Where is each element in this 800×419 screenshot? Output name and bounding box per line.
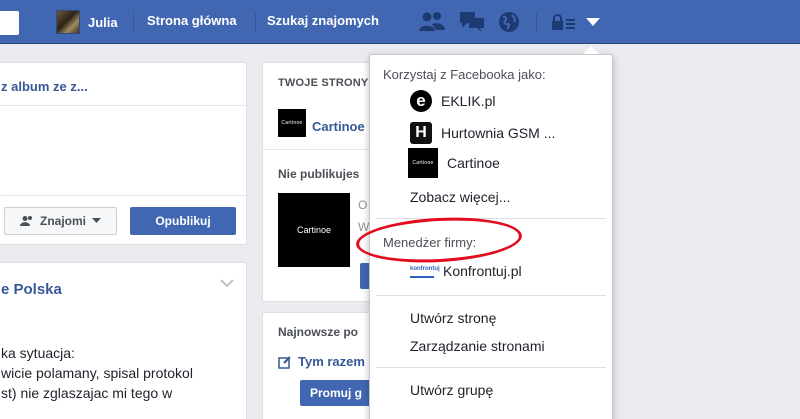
notifications-globe-icon[interactable] <box>497 10 521 34</box>
account-name: Cartinoe <box>447 155 500 171</box>
your-pages-panel: TWOJE STRONY Cartinoe Cartinoe Nie publi… <box>262 62 382 302</box>
account-name: Konfrontuj.pl <box>443 263 522 279</box>
nav-separator <box>536 12 537 32</box>
chevron-down-icon[interactable] <box>220 279 234 288</box>
profile-link[interactable]: Julia <box>56 9 118 35</box>
menu-separator <box>376 367 606 368</box>
account-name: EKLIK.pl <box>441 93 496 109</box>
avatar <box>56 10 80 34</box>
publish-button[interactable]: Opublikuj <box>130 207 236 235</box>
create-group-link[interactable]: Utwórz grupę <box>410 382 493 398</box>
post-line: wicie polamany, spisal protokol <box>1 365 193 381</box>
profile-name: Julia <box>88 14 118 30</box>
composer-title[interactable]: z album ze z... <box>1 79 88 94</box>
use-as-header: Korzystaj z Facebooka jako: <box>383 67 546 82</box>
nav-find-friends-link[interactable]: Szukaj znajomych <box>267 13 379 28</box>
post-panel: e Polska ka sytuacja: wicie polamany, sp… <box>0 262 247 419</box>
post-line: ka sytuacja: <box>1 345 75 361</box>
eklik-logo-icon: e <box>410 90 432 112</box>
business-manager-header: Menedżer firmy: <box>383 235 477 250</box>
post-body: ka sytuacja: wicie polamany, spisal prot… <box>1 343 193 403</box>
divider <box>263 149 381 150</box>
dropdown-caret <box>583 46 599 54</box>
page-name-link[interactable]: Cartinoe <box>312 119 365 134</box>
composer-panel: z album ze z... Znajomi Opublikuj <box>0 62 247 245</box>
cartinoe-logo-icon: Cartinoe <box>408 148 438 178</box>
recent-post-item[interactable]: Tym razem <box>278 354 365 369</box>
account-name: Hurtownia GSM ... <box>441 125 556 141</box>
messages-icon[interactable] <box>458 10 486 34</box>
post-line: st) nie zglaszajac mi tego w <box>1 385 173 401</box>
nav-separator <box>255 12 256 32</box>
unpublished-text: Nie publikujes <box>278 167 360 181</box>
recent-post-title: Tym razem <box>298 354 365 369</box>
description-fragment: W <box>358 220 370 234</box>
top-navigation-bar: Julia Strona główna Szukaj znajomych <box>0 0 800 44</box>
post-title[interactable]: e Polska <box>1 281 62 298</box>
account-item-eklik[interactable]: e EKLIK.pl <box>410 89 495 113</box>
nav-separator <box>133 12 134 32</box>
friends-icon <box>19 216 32 226</box>
cartinoe-cover-image[interactable]: Cartinoe <box>278 193 350 267</box>
search-input[interactable] <box>0 11 19 35</box>
cartinoe-logo-icon[interactable]: Cartinoe <box>278 109 306 137</box>
friend-requests-icon[interactable] <box>418 10 446 34</box>
account-dropdown-menu: Korzystaj z Facebooka jako: e EKLIK.pl H… <box>369 54 613 419</box>
divider <box>1 105 246 106</box>
account-item-cartinoe[interactable]: Cartinoe Cartinoe <box>408 148 500 178</box>
chevron-down-icon <box>92 218 101 223</box>
menu-separator <box>376 218 606 219</box>
audience-label: Znajomi <box>39 214 86 228</box>
see-more-link[interactable]: Zobacz więcej... <box>410 189 510 205</box>
recent-header: Najnowsze po <box>278 325 359 339</box>
business-account-item-konfrontuj[interactable]: konfrontuj Konfrontuj.pl <box>410 259 522 283</box>
edit-post-icon <box>278 355 291 369</box>
konfrontuj-logo-icon: konfrontuj <box>410 264 440 278</box>
create-page-link[interactable]: Utwórz stronę <box>410 310 496 326</box>
divider <box>1 195 246 196</box>
description-fragment: O <box>358 198 368 212</box>
privacy-lock-icon[interactable] <box>551 13 577 31</box>
audience-selector-button[interactable]: Znajomi <box>4 207 117 235</box>
menu-separator <box>376 295 606 296</box>
account-menu-caret-icon[interactable] <box>585 16 601 28</box>
recent-posts-panel: Najnowsze po Tym razem Promuj g <box>262 312 382 419</box>
manage-pages-link[interactable]: Zarządzanie stronami <box>410 338 545 354</box>
nav-home-link[interactable]: Strona główna <box>147 13 237 28</box>
account-item-hurtownia[interactable]: H Hurtownia GSM ... <box>410 121 555 145</box>
pages-header: TWOJE STRONY <box>278 77 369 89</box>
hurtownia-logo-icon: H <box>410 122 432 144</box>
